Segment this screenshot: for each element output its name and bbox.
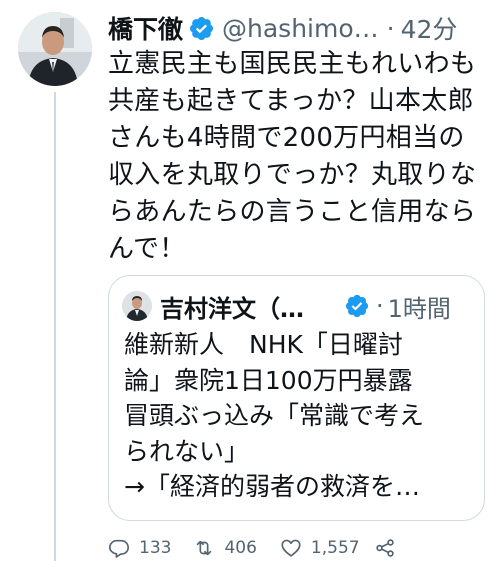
quoted-text-line: 維新新人 NHK「日曜討 <box>124 330 403 359</box>
quoted-tweet-card[interactable]: 吉村洋文（… · 1時間 維新新人 NHK「日曜討 論」衆院1日100万円暴露 … <box>108 275 485 521</box>
reply-count: 133 <box>139 538 172 558</box>
reply-button[interactable]: 133 <box>108 537 171 559</box>
tweet-timestamp[interactable]: 42分 <box>401 10 458 46</box>
quoted-text-line: 論」衆院1日100万円暴露 <box>124 365 413 395</box>
like-count: 1,557 <box>310 538 360 558</box>
quoted-text-line: られない」 <box>124 436 250 466</box>
thread-connector-line <box>54 92 56 561</box>
heart-icon <box>281 539 301 557</box>
quoted-tweet-timestamp[interactable]: 1時間 <box>388 289 451 324</box>
author-handle[interactable]: @hashimo… <box>222 14 379 43</box>
quoted-text-line: 冒頭ぶっ込み「常識で考え <box>124 401 425 430</box>
verified-badge-icon <box>189 16 214 40</box>
quoted-tweet-text: 維新新人 NHK「日曜討 論」衆院1日100万円暴露 冒頭ぶっ込み「常識で考え … <box>124 327 474 505</box>
retweet-button[interactable]: 406 <box>193 537 257 559</box>
tweet-text-line: さんも4時間で200万円相当の <box>108 123 465 153</box>
tweet-text-line: 収入を丸取りでっか？丸取りな <box>108 160 477 190</box>
retweet-count: 406 <box>224 538 257 558</box>
quoted-text-line: →「経済的弱者の救済を… <box>124 472 420 501</box>
reply-icon <box>109 539 129 558</box>
tweet-actions-bar: 133 406 1,557 <box>108 533 396 561</box>
quoted-avatar-photo <box>122 291 152 321</box>
tweet-text-line: らあんたらの言うこと信用なら <box>108 197 477 227</box>
tweet-text-line: 立憲民主も国民民主もれいわも <box>108 49 477 79</box>
header-separator: · <box>386 13 395 43</box>
verified-badge-icon <box>345 294 369 318</box>
quoted-header-separator: · <box>376 292 384 320</box>
share-icon <box>375 539 394 557</box>
retweet-icon <box>197 540 212 556</box>
author-avatar[interactable] <box>18 12 92 86</box>
tweet-text: 立憲民主も国民民主もれいわも 共産も起きてまっか？山本太郎 さんも4時間で200… <box>108 46 483 268</box>
quoted-author-display-name[interactable]: 吉村洋文（… <box>160 289 304 324</box>
tweet-text-line: 共産も起きてまっか？山本太郎 <box>108 86 474 116</box>
avatar-photo <box>18 12 92 86</box>
author-display-name[interactable]: 橋下徹 <box>108 10 183 46</box>
like-button[interactable]: 1,557 <box>280 537 360 559</box>
tweet-header: 橋下徹 @hashimo… · 42分 <box>108 8 457 48</box>
share-button[interactable] <box>374 537 396 559</box>
quoted-author-avatar[interactable] <box>122 291 152 321</box>
quoted-tweet-header: 吉村洋文（… · 1時間 <box>122 286 451 326</box>
tweet-text-line: んで！ <box>108 234 186 264</box>
